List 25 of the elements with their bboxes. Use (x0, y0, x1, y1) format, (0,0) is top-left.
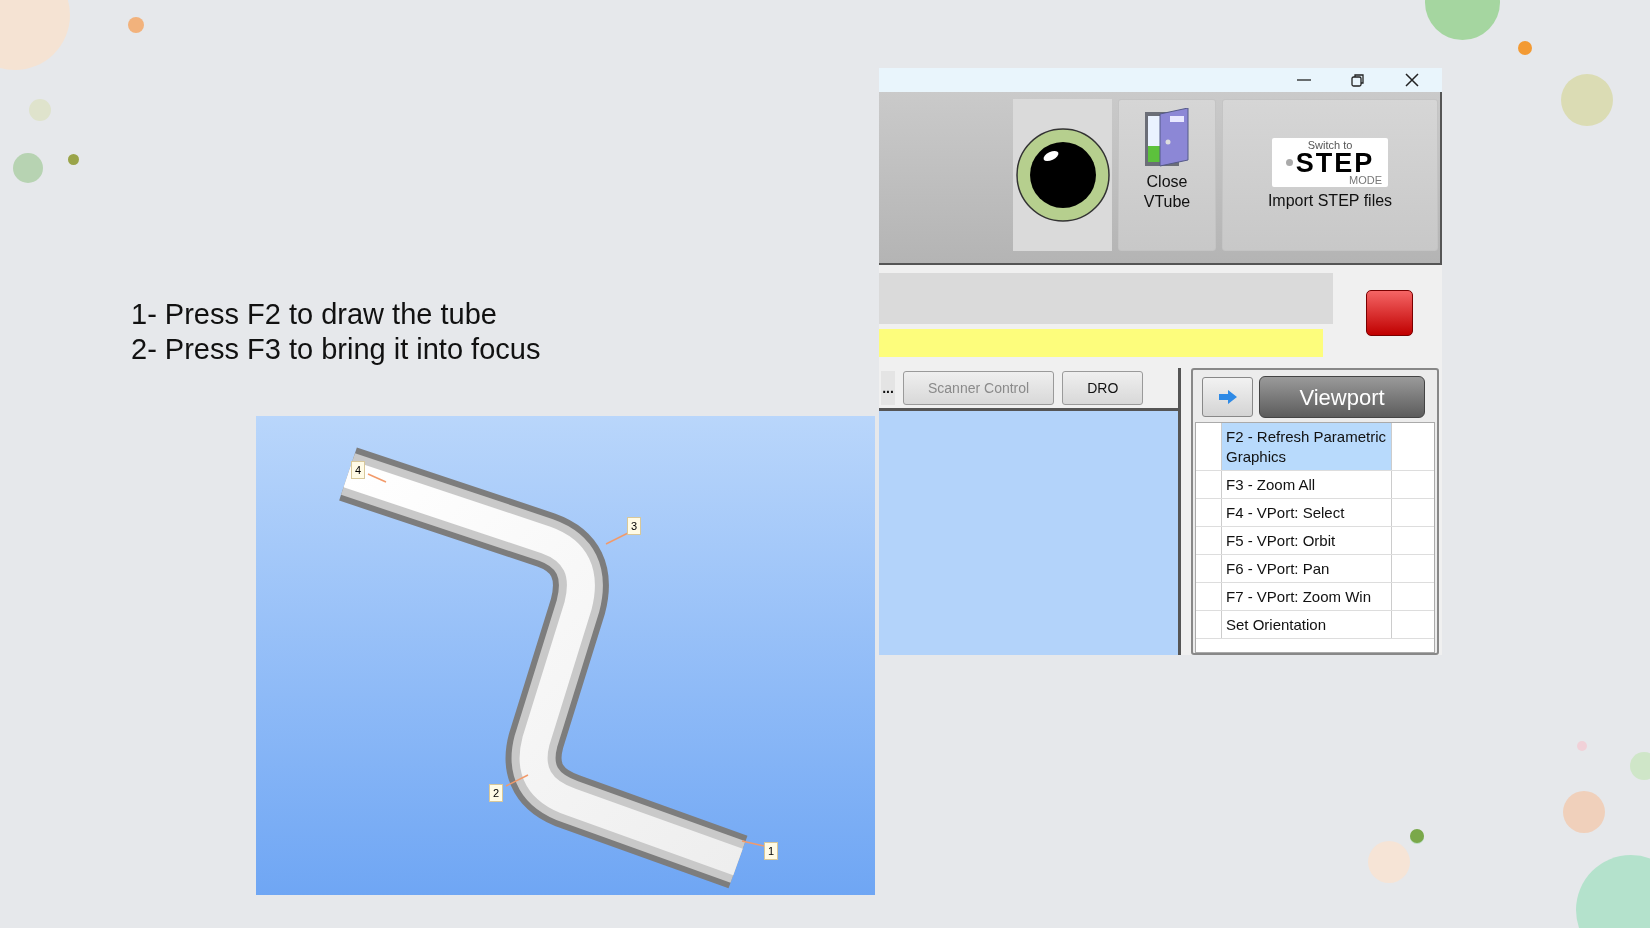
tab-button[interactable]: DRO (1062, 371, 1144, 405)
overflow-handle[interactable]: ... (881, 371, 895, 405)
point-label: 2 (489, 784, 504, 802)
command-item[interactable]: F2 - Refresh Parametric Graphics (1222, 423, 1392, 470)
leader-line (505, 774, 529, 787)
camera-button[interactable] (1013, 99, 1112, 251)
leader-line (741, 840, 765, 847)
instruction-text: 2- Press F3 to bring it into focus (131, 332, 542, 367)
point-label: 3 (627, 517, 642, 535)
close-app-button[interactable]: Close VTube (1118, 99, 1216, 251)
arrow-button[interactable] (1202, 377, 1253, 417)
step-mode-logo: Switch to STEP MODE (1272, 137, 1388, 187)
leader-line (605, 532, 629, 545)
panel-title: Viewport (1259, 376, 1425, 418)
stop-button[interactable] (1366, 290, 1413, 336)
lens-icon (1014, 127, 1111, 223)
point-label: 1 (764, 842, 779, 860)
instruction-text: 1- Press F2 to draw the tube (131, 297, 498, 332)
door-icon (1144, 108, 1190, 168)
close-icon[interactable] (1404, 72, 1420, 88)
import-step-button[interactable]: Switch to STEP MODE Import STEP files (1222, 99, 1438, 251)
point-label: 4 (351, 461, 366, 479)
right-arrow-icon (1218, 390, 1237, 404)
restore-icon[interactable] (1350, 72, 1366, 88)
leader-line (367, 473, 387, 483)
